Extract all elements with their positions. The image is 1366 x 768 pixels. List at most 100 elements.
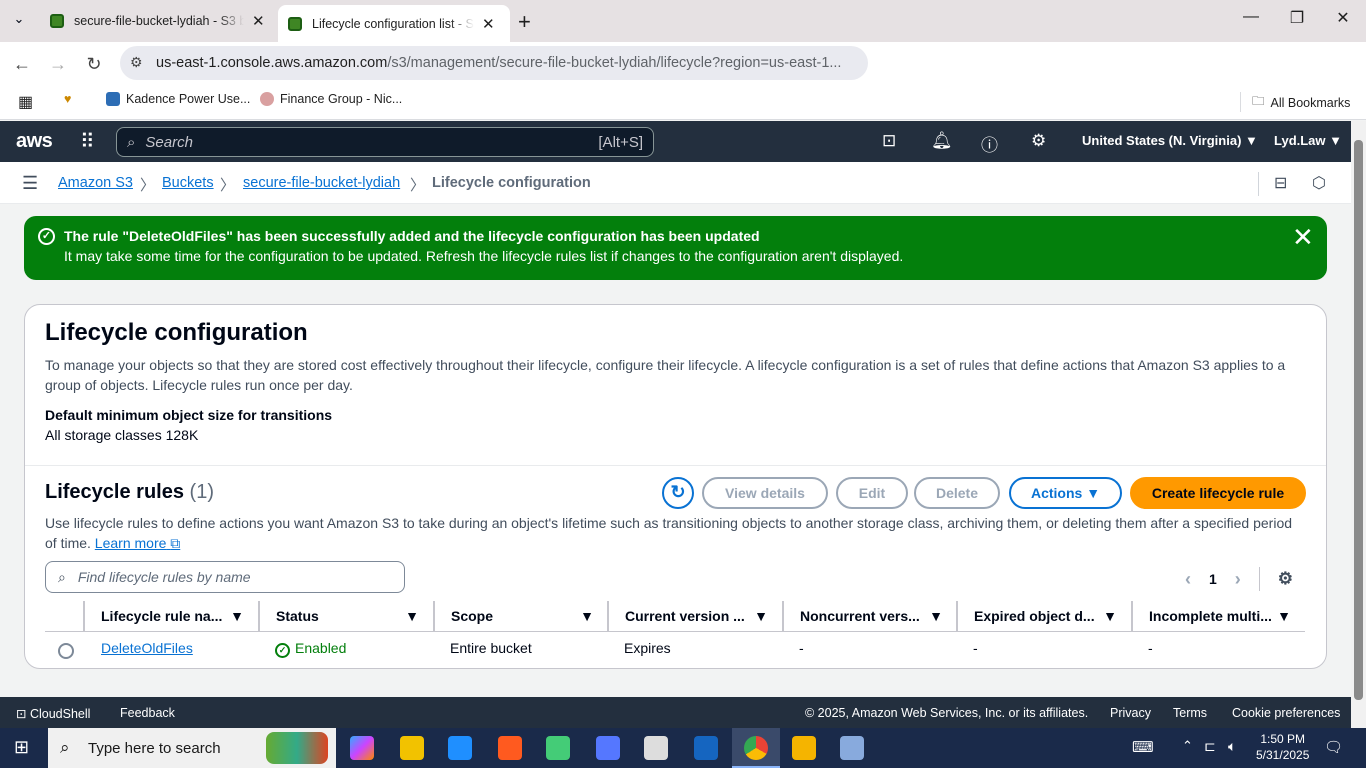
col-scope[interactable]: Scope ▼ <box>433 601 608 631</box>
app-icon[interactable] <box>694 736 718 760</box>
file-explorer-icon[interactable] <box>400 736 424 760</box>
chevron-left-icon[interactable]: ‹ <box>1185 569 1191 590</box>
actions-button[interactable]: Actions ▼ <box>1009 477 1122 509</box>
search-input[interactable]: ⌕ Search [Alt+S] <box>116 127 654 157</box>
search-icon: ⌕ <box>58 568 66 585</box>
account-menu[interactable]: Lyd.Law ▼ <box>1274 133 1342 148</box>
brave-icon[interactable] <box>498 736 522 760</box>
site-info-icon[interactable]: ⚙ <box>130 54 143 71</box>
col-current[interactable]: Current version ... ▼ <box>607 601 782 631</box>
gear-icon[interactable]: ⚙ <box>1031 131 1046 151</box>
gear-icon[interactable]: ⚙ <box>1278 569 1293 589</box>
close-tab-icon[interactable]: ✕ <box>252 12 265 30</box>
breadcrumb-s3[interactable]: Amazon S3 <box>58 175 133 191</box>
col-expired[interactable]: Expired object d... ▼ <box>956 601 1131 631</box>
caret-down-icon: ▼ <box>1086 485 1101 501</box>
cloudshell-link[interactable]: ⊡ CloudShell <box>16 706 90 721</box>
app-icon[interactable] <box>792 736 816 760</box>
bookmark-kadence[interactable]: Kadence Power Use... <box>106 92 250 106</box>
view-details-button[interactable]: View details <box>702 477 828 509</box>
bookmark-finance[interactable]: Finance Group - Nic... <box>260 92 402 106</box>
tab-lifecycle[interactable]: Lifecycle configuration list - S3 bucket… <box>278 5 510 42</box>
breadcrumb-bucket[interactable]: secure-file-bucket-lydiah <box>243 175 400 191</box>
address-bar[interactable]: ⚙ us-east-1.console.aws.amazon.com/s3/ma… <box>120 46 868 80</box>
col-name[interactable]: Lifecycle rule na... ▼ <box>83 601 258 631</box>
scrollbar-thumb[interactable] <box>1354 140 1363 700</box>
min-size-label: Default minimum object size for transiti… <box>45 407 333 423</box>
copilot-icon[interactable] <box>350 736 374 760</box>
window-close-icon[interactable]: ✕ <box>1320 8 1366 32</box>
reload-icon[interactable]: ↻ <box>81 51 107 77</box>
windows-start-icon[interactable]: ⊞ <box>14 737 29 758</box>
refresh-button[interactable]: ↻ <box>662 477 694 509</box>
app-icon[interactable] <box>596 736 620 760</box>
breadcrumb-buckets[interactable]: Buckets <box>162 175 214 191</box>
network-icon[interactable]: ⊏ <box>1204 738 1216 755</box>
tab-search-icon[interactable]: ⌄ <box>8 11 30 31</box>
region-selector[interactable]: United States (N. Virginia) ▼ <box>1082 133 1258 148</box>
cloudshell-icon[interactable]: ⊡ <box>882 131 896 151</box>
tab-bucket[interactable]: secure-file-bucket-lydiah - S3 bucket ✕ <box>40 5 276 37</box>
terms-link[interactable]: Terms <box>1173 706 1207 720</box>
help-icon[interactable]: ⓘ <box>981 131 998 156</box>
aws-top-nav: aws ⠿ ⌕ Search [Alt+S] ⊡ 🔔︎ ⓘ ⚙ United S… <box>0 121 1351 162</box>
breadcrumb-current: Lifecycle configuration <box>432 175 591 191</box>
hamburger-icon[interactable]: ☰ <box>22 173 38 194</box>
col-incomplete[interactable]: Incomplete multi... ▼ <box>1131 601 1305 631</box>
clock[interactable]: 1:50 PM 5/31/2025 <box>1256 731 1309 763</box>
chevron-right-icon: 〉 <box>220 177 236 194</box>
chevron-up-icon[interactable]: ⌃ <box>1182 738 1193 754</box>
keyboard-icon[interactable]: ⌨ <box>1132 738 1154 756</box>
rule-name-link[interactable]: DeleteOldFiles <box>101 640 193 656</box>
chevron-right-icon[interactable]: › <box>1235 569 1241 590</box>
bookmarks-bar: ▦ ♥ Kadence Power Use... Finance Group -… <box>0 84 1366 120</box>
back-icon[interactable]: ← <box>9 51 35 77</box>
rules-description-text: Use lifecycle rules to define actions yo… <box>45 515 1293 551</box>
sort-icon: ▼ <box>580 608 594 624</box>
edit-button[interactable]: Edit <box>836 477 908 509</box>
app-icon[interactable] <box>644 736 668 760</box>
bookmark-label: Finance Group - Nic... <box>280 92 403 106</box>
minimize-icon[interactable]: — <box>1228 8 1274 32</box>
copyright: © 2025, Amazon Web Services, Inc. or its… <box>805 706 1089 720</box>
success-flash: ✓ The rule "DeleteOldFiles" has been suc… <box>24 216 1327 280</box>
row-radio[interactable] <box>58 643 74 659</box>
taskbar-search-input[interactable]: ⌕ Type here to search <box>48 728 336 768</box>
status-badge: ✓ Enabled <box>275 640 346 658</box>
store-icon[interactable] <box>448 736 472 760</box>
restore-icon[interactable]: ❐ <box>1274 8 1320 32</box>
col-status[interactable]: Status ▼ <box>258 601 433 631</box>
rules-count: (1) <box>189 481 214 503</box>
services-grid-icon[interactable]: ⠿ <box>80 129 95 154</box>
close-icon[interactable]: ✕ <box>1292 224 1314 250</box>
info-panel-icon[interactable]: ⊟ <box>1274 173 1287 193</box>
min-size-value: All storage classes 128K <box>45 427 199 443</box>
notifications-icon[interactable]: 🗨 <box>1324 738 1343 756</box>
forward-icon[interactable]: → <box>45 51 71 77</box>
volume-icon[interactable]: 🔈︎ <box>1228 738 1236 755</box>
cookie-preferences-link[interactable]: Cookie preferences <box>1232 706 1340 720</box>
delete-button[interactable]: Delete <box>914 477 1000 509</box>
flash-message: It may take some time for the configurat… <box>64 248 904 264</box>
privacy-link[interactable]: Privacy <box>1110 706 1151 720</box>
rules-filter-input[interactable]: ⌕ Find lifecycle rules by name <box>45 561 405 593</box>
aws-logo[interactable]: aws <box>16 130 53 153</box>
chrome-taskbar-item[interactable] <box>732 728 780 768</box>
new-tab-icon[interactable]: + <box>518 9 531 35</box>
all-bookmarks[interactable]: 🗀 All Bookmarks <box>1252 92 1350 113</box>
col-noncurrent[interactable]: Noncurrent vers... ▼ <box>782 601 957 631</box>
bookmark-icon[interactable]: ♥ <box>64 92 71 106</box>
app-icon[interactable] <box>840 736 864 760</box>
learn-more-link[interactable]: Learn more ⧉ <box>95 535 180 551</box>
create-rule-button[interactable]: Create lifecycle rule <box>1130 477 1306 509</box>
close-tab-icon[interactable]: ✕ <box>482 15 495 33</box>
success-check-icon: ✓ <box>38 228 55 245</box>
page-title: Lifecycle configuration <box>45 319 308 346</box>
feedback-link[interactable]: Feedback <box>120 706 175 720</box>
apps-icon[interactable]: ▦ <box>18 92 33 112</box>
bell-icon[interactable]: 🔔︎ <box>931 131 953 151</box>
app-icon[interactable] <box>546 736 570 760</box>
settings-panel-icon[interactable]: ⬡ <box>1312 173 1326 193</box>
noncurrent-cell: - <box>799 640 804 656</box>
page-number[interactable]: 1 <box>1209 571 1217 587</box>
